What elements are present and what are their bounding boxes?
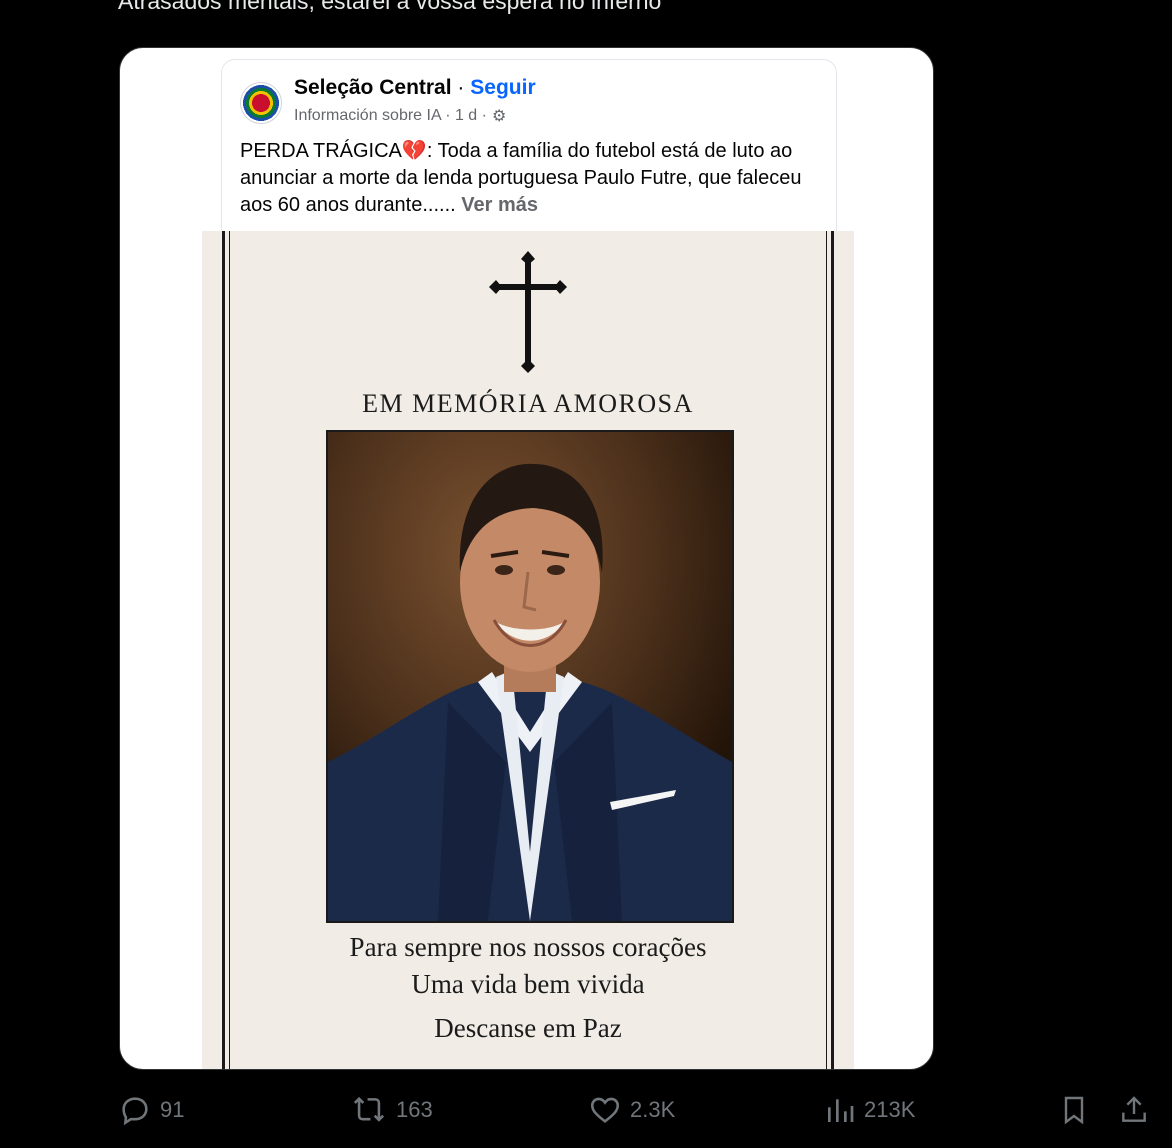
broken-heart-emoji: 💔 (401, 140, 427, 162)
like-count: 2.3K (630, 1097, 676, 1122)
page-name: Seleção Central (294, 76, 452, 99)
bookmark-icon (1064, 1096, 1084, 1125)
cross-icon (489, 251, 567, 373)
reply-count: 91 (160, 1097, 185, 1122)
views-count: 213K (864, 1097, 916, 1122)
follow-link: Seguir (470, 76, 536, 99)
like-icon (590, 1097, 620, 1123)
repost-button[interactable]: 163 (350, 1093, 433, 1127)
post-meta: Información sobre IA · 1 d · ⚙ (294, 106, 506, 126)
memorial-card: EM MEMÓRIA AMOROSA Para sempre nos nosso… (202, 231, 854, 1069)
tweet-text: Atrasados mentais, estarei à vossa esper… (118, 0, 662, 14)
post-text: PERDA TRÁGICA💔: Toda a família do futebo… (240, 138, 825, 219)
facebook-post-card: Seleção Central · Seguir Información sob… (221, 59, 837, 251)
like-button[interactable]: 2.3K (588, 1093, 675, 1127)
share-button[interactable] (1118, 1093, 1150, 1127)
repost-icon (353, 1096, 385, 1122)
page-header: Seleção Central · Seguir (294, 76, 536, 100)
reply-icon (122, 1097, 148, 1126)
see-more-link: Ver más (461, 194, 538, 216)
memorial-text: Para sempre nos nossos corações Uma vida… (202, 929, 854, 1047)
gear-icon: ⚙ (491, 108, 507, 125)
memorial-line-3: Descanse em Paz (434, 1013, 622, 1043)
reply-button[interactable]: 91 (118, 1093, 184, 1127)
memorial-line-2: Uma vida bem vivida (411, 969, 645, 999)
views-icon (828, 1099, 854, 1122)
memorial-title: EM MEMÓRIA AMOROSA (362, 389, 694, 418)
portrait-illustration (328, 432, 732, 921)
separator-dot: · (457, 76, 465, 99)
page-avatar (240, 82, 282, 124)
share-icon (1122, 1096, 1146, 1122)
meta-info: Información sobre IA · 1 d · (294, 107, 487, 124)
tweet-action-bar: 91 163 2.3K 213K (118, 1093, 1158, 1137)
post-text-lead: PERDA TRÁGICA (240, 140, 402, 162)
repost-count: 163 (396, 1097, 433, 1122)
tweet-media-image[interactable]: Seleção Central · Seguir Información sob… (119, 47, 934, 1070)
memorial-line-1: Para sempre nos nossos corações (349, 932, 707, 962)
views-button[interactable]: 213K (824, 1093, 915, 1127)
portrait-photo (326, 430, 734, 923)
bookmark-button[interactable] (1058, 1093, 1090, 1127)
